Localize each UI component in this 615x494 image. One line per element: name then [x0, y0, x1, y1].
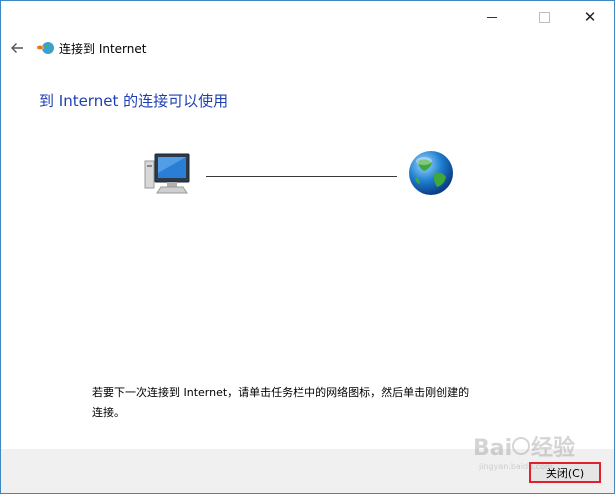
- close-button[interactable]: 关闭(C): [529, 462, 601, 483]
- back-arrow-icon: [11, 43, 23, 53]
- minimize-button[interactable]: [469, 1, 515, 33]
- back-button[interactable]: [7, 38, 27, 58]
- minimize-icon: [487, 16, 497, 18]
- wizard-window: ✕ 连接到 Internet 到 Internet 的连接可以使用 若要下一次连…: [0, 0, 615, 494]
- window-close-button[interactable]: ✕: [567, 1, 613, 33]
- footer-bar: [1, 449, 614, 493]
- maximize-icon: [538, 11, 550, 23]
- computer-icon: [144, 153, 190, 194]
- maximize-button[interactable]: [521, 1, 567, 33]
- connection-line: [206, 176, 397, 177]
- page-heading: 到 Internet 的连接可以使用: [39, 92, 229, 110]
- globe-icon: [409, 151, 453, 195]
- close-icon: ✕: [583, 7, 597, 26]
- wizard-title: 连接到 Internet: [59, 42, 147, 56]
- info-text: 若要下一次连接到 Internet，请单击任务栏中的网络图标，然后单击刚创建的连…: [92, 386, 470, 419]
- network-wizard-icon: [37, 42, 54, 54]
